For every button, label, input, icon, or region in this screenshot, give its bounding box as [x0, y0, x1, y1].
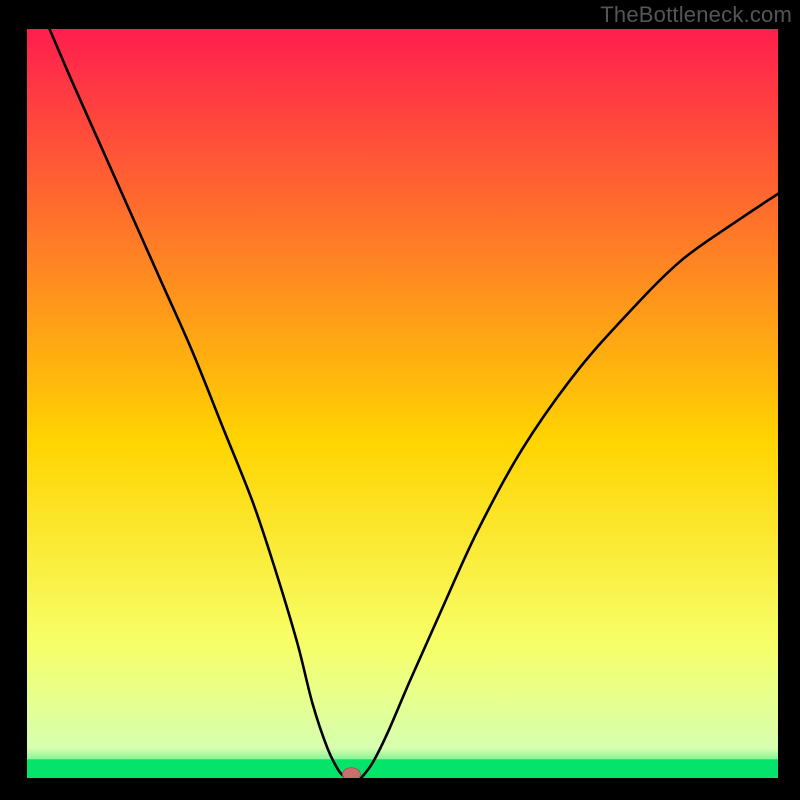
green-baseline-band — [27, 759, 778, 778]
chart-frame: TheBottleneck.com — [0, 0, 800, 800]
plot-background — [27, 29, 778, 778]
bottleneck-chart — [0, 0, 800, 800]
bottleneck-marker — [342, 768, 360, 781]
watermark-label: TheBottleneck.com — [600, 2, 792, 28]
